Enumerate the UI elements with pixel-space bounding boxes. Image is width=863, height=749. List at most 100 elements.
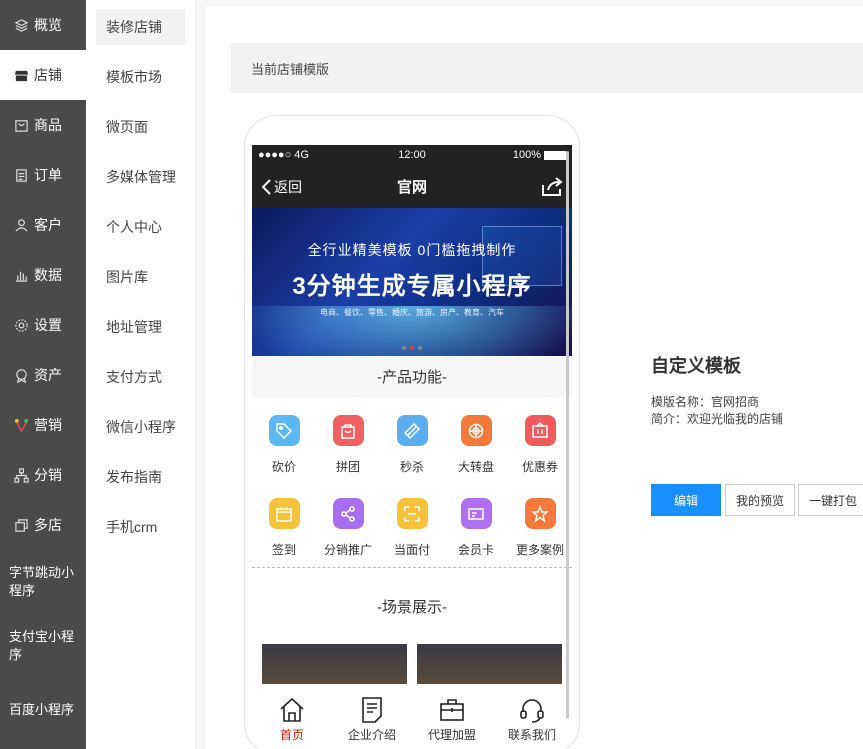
store-icon (14, 68, 29, 83)
layers-icon (14, 18, 29, 33)
subnav-wechat-mini[interactable]: 微信小程序 (86, 402, 195, 452)
subnav-media[interactable]: 多媒体管理 (86, 152, 195, 202)
feature-label: 分销推广 (323, 543, 372, 557)
tab-label: 代理加盟 (427, 728, 476, 742)
nav-item-orders[interactable]: 订单 (0, 150, 86, 200)
subnav-personal-center[interactable]: 个人中心 (86, 202, 195, 252)
nav-label: 订单 (34, 167, 62, 183)
nav-label: 商品 (34, 117, 62, 133)
nav-item-marketing[interactable]: 营销 (0, 400, 86, 450)
scene-gallery (252, 644, 572, 684)
network-icon (14, 467, 29, 483)
edit-button[interactable]: 编辑 (651, 484, 721, 516)
subnav-address[interactable]: 地址管理 (86, 302, 195, 352)
feature-flash-sale[interactable]: 秒杀 (380, 397, 444, 480)
tab-home[interactable]: 首页 (252, 690, 332, 749)
nav-item-customers[interactable]: 客户 (0, 200, 86, 250)
section-title-scenes: -场景展示- (377, 598, 447, 616)
nav-item-overview[interactable]: 概览 (0, 0, 86, 50)
nav-item-assets[interactable]: 资产 (0, 350, 86, 400)
nav-item-multistore[interactable]: 多店 (0, 500, 86, 550)
banner-dot-active[interactable] (410, 346, 414, 350)
section-title-features: -产品功能- (252, 356, 572, 397)
feature-coupon[interactable]: 优惠券 (508, 397, 572, 480)
tab-label: 首页 (279, 728, 304, 742)
phone-screen: ●●●●○ 4G 12:00 100% 返回 官网 全行业精美模板 0门槛拖拽制… (252, 145, 572, 749)
feature-label: 优惠券 (521, 460, 558, 474)
nav-item-goods[interactable]: 商品 (0, 100, 86, 150)
tab-franchise[interactable]: 代理加盟 (412, 690, 492, 749)
subnav-decorate-store[interactable]: 装修店铺 (96, 9, 185, 45)
feature-more-cases[interactable]: 更多案例 (508, 480, 572, 563)
feature-promote[interactable]: 分销推广 (316, 480, 380, 563)
chevron-left-icon (261, 178, 271, 195)
feature-label: 更多案例 (515, 543, 564, 557)
promo-banner[interactable]: 全行业精美模板 0门槛拖拽制作 3分钟生成专属小程序 电商、餐饮、零售、婚庆、旅… (252, 208, 572, 356)
bar-chart-icon (14, 268, 29, 283)
banner-pagination (252, 346, 572, 350)
share-nodes-icon (332, 498, 364, 529)
phone-nav-bar: 返回 官网 (252, 165, 572, 208)
home-icon (280, 697, 304, 722)
nav-label: 资产 (34, 367, 62, 383)
scene-photo[interactable] (262, 644, 407, 684)
tab-company-intro[interactable]: 企业介绍 (332, 690, 412, 749)
feature-bargain[interactable]: 砍价 (252, 397, 316, 480)
feature-face-pay[interactable]: 当面付 (380, 480, 444, 563)
ticket-icon (396, 415, 428, 446)
marketing-icon (14, 418, 29, 433)
template-name: 模版名称：官网招商 (651, 395, 760, 409)
headset-icon (520, 699, 544, 723)
back-button[interactable]: 返回 (260, 177, 302, 197)
package-button[interactable]: 一键打包 (798, 484, 863, 516)
preview-button[interactable]: 我的预览 (725, 484, 795, 516)
nav-label: 多店 (34, 517, 62, 533)
subnav-mobile-crm[interactable]: 手机crm (86, 502, 195, 552)
back-label: 返回 (274, 178, 302, 195)
nav-label: 数据 (34, 267, 62, 283)
scene-photo[interactable] (417, 644, 562, 684)
nav-label: 设置 (34, 317, 62, 333)
nav-label: 客户 (34, 217, 62, 233)
feature-member-card[interactable]: 会员卡 (444, 480, 508, 563)
subnav-image-library[interactable]: 图片库 (86, 252, 195, 302)
briefcase-icon (440, 699, 464, 721)
template-description: 简介：欢迎光临我的店铺 (651, 412, 784, 426)
feature-group-buy[interactable]: 拼团 (316, 397, 380, 480)
nav-item-alipay[interactable]: 支付宝小程序 (0, 614, 86, 678)
gear-icon (14, 318, 29, 333)
phone-tab-bar: 首页 企业介绍 代理加盟 联系我们 (252, 690, 572, 749)
calendar-icon (268, 498, 300, 529)
phone-preview: ●●●●○ 4G 12:00 100% 返回 官网 全行业精美模板 0门槛拖拽制… (244, 115, 580, 749)
share-icon[interactable] (540, 176, 564, 197)
user-icon (14, 218, 29, 233)
scan-icon (396, 498, 428, 529)
bag-icon (14, 118, 29, 133)
secondary-sidebar: 装修店铺 模板市场 微页面 多媒体管理 个人中心 图片库 地址管理 支付方式 微… (86, 0, 196, 749)
tab-label: 企业介绍 (347, 728, 396, 742)
page-title: 当前店铺模版 (231, 43, 863, 93)
tab-contact[interactable]: 联系我们 (492, 690, 572, 749)
nav-label: 字节跳动小程序 (9, 565, 75, 598)
feature-label: 拼团 (335, 460, 360, 474)
nav-item-store[interactable]: 店铺 (0, 50, 86, 100)
feature-checkin[interactable]: 签到 (252, 480, 316, 563)
banner-dot[interactable] (418, 346, 422, 350)
feature-wheel[interactable]: 大转盘 (444, 397, 508, 480)
nav-label: 分销 (34, 467, 62, 483)
nav-item-data[interactable]: 数据 (0, 250, 86, 300)
nav-item-baidu[interactable]: 百度小程序 (0, 678, 86, 742)
subnav-payment[interactable]: 支付方式 (86, 352, 195, 402)
banner-dot[interactable] (402, 346, 406, 350)
nav-label: 百度小程序 (9, 702, 75, 717)
nav-item-bytedance[interactable]: 字节跳动小程序 (0, 550, 86, 614)
nav-item-settings[interactable]: 设置 (0, 300, 86, 350)
subnav-micro-page[interactable]: 微页面 (86, 102, 195, 152)
subnav-publish-guide[interactable]: 发布指南 (86, 452, 195, 502)
banner-line-2: 3分钟生成专属小程序 (292, 273, 532, 300)
document-icon (362, 697, 382, 723)
feature-label: 大转盘 (457, 460, 494, 474)
phone-scrollbar[interactable] (566, 151, 569, 719)
nav-item-distribution[interactable]: 分销 (0, 450, 86, 500)
subnav-template-market[interactable]: 模板市场 (86, 52, 195, 102)
